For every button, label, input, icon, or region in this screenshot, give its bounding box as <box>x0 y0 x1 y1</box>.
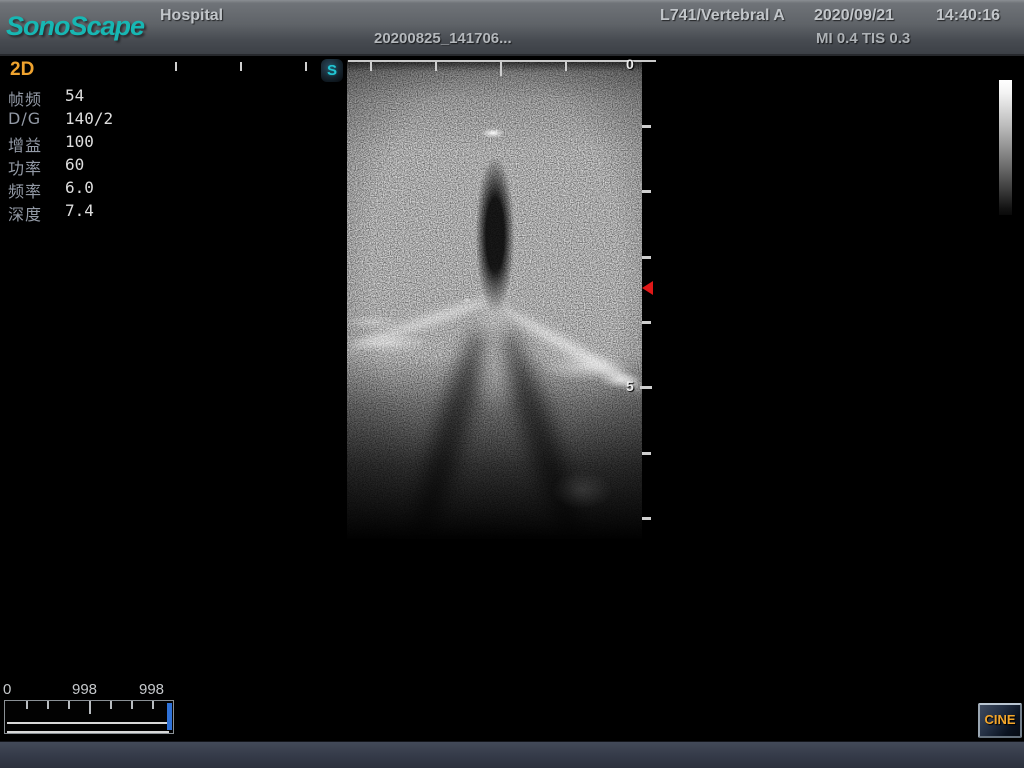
param-row: 帧频 54 <box>8 86 188 109</box>
echo-band <box>500 304 642 395</box>
probe-preset: L741/Vertebral A <box>660 7 785 25</box>
top-ruler-tick <box>305 62 307 71</box>
param-value: 140/2 <box>65 109 113 128</box>
cine-ruler-tick <box>26 701 28 709</box>
ultrasound-image[interactable] <box>347 60 642 540</box>
param-row: 增益 100 <box>8 132 188 155</box>
probe-orientation-marker-icon: S <box>321 59 343 82</box>
grayscale-bar <box>999 80 1012 215</box>
cine-ruler-tick <box>68 701 70 709</box>
cine-slider-track[interactable] <box>7 722 169 733</box>
header-bar: SonoScape Hospital L741/Vertebral A 2020… <box>0 0 1024 56</box>
cine-ruler-tick <box>110 701 112 709</box>
brand-logo: SonoScape <box>6 11 144 42</box>
exam-id: 20200825_141706... <box>374 30 512 47</box>
top-ruler-tick <box>500 62 502 76</box>
param-label: D/G <box>8 109 41 128</box>
top-ruler-tick <box>240 62 242 71</box>
cine-ruler-tick <box>47 701 49 709</box>
depth-ruler-zero-label: 0 <box>626 56 634 72</box>
depth-ruler-five-label: 5 <box>626 378 634 394</box>
param-value: 7.4 <box>65 201 94 220</box>
param-row: 频率 6.0 <box>8 178 188 201</box>
top-ruler-tick <box>175 62 177 71</box>
cine-ruler-tick <box>131 701 133 709</box>
cine-position-marker[interactable] <box>167 703 172 730</box>
cine-button[interactable]: CINE <box>978 703 1022 738</box>
system-time: 14:40:16 <box>936 7 1000 25</box>
mode-label: 2D <box>10 59 34 81</box>
echo-band <box>347 295 489 355</box>
param-label: 增益 <box>8 132 42 156</box>
depth-ruler-tick <box>642 256 651 259</box>
taskbar: ✕ <box>0 741 1024 768</box>
cine-total-label: 998 <box>139 681 164 698</box>
top-ruler-tick <box>370 62 372 71</box>
cine-progress-bar[interactable] <box>4 700 174 734</box>
param-label: 帧频 <box>8 86 42 110</box>
param-value: 60 <box>65 155 84 174</box>
cine-start-label: 0 <box>3 681 11 698</box>
focus-marker-icon <box>642 281 653 295</box>
top-ruler-line <box>348 60 656 62</box>
cine-current-label: 998 <box>72 681 97 698</box>
param-row: 功率 60 <box>8 155 188 178</box>
depth-ruler-tick <box>642 125 651 128</box>
cine-ruler-tick <box>89 701 91 714</box>
ultrasound-highlights <box>347 60 642 540</box>
top-ruler-tick <box>565 62 567 71</box>
ultrasound-screen: SonoScape Hospital L741/Vertebral A 2020… <box>0 0 1024 768</box>
hospital-name: Hospital <box>160 7 223 25</box>
depth-ruler-tick <box>642 190 651 193</box>
top-ruler-tick <box>435 62 437 71</box>
param-value: 54 <box>65 86 84 105</box>
param-label: 频率 <box>8 178 42 202</box>
mi-tis-readout: MI 0.4 TIS 0.3 <box>816 30 910 47</box>
param-label: 功率 <box>8 155 42 179</box>
param-value: 100 <box>65 132 94 151</box>
param-row: 深度 7.4 <box>8 201 188 224</box>
param-label: 深度 <box>8 201 42 225</box>
depth-ruler-tick <box>642 517 651 520</box>
param-value: 6.0 <box>65 178 94 197</box>
cine-ruler-tick <box>152 701 154 709</box>
system-date: 2020/09/21 <box>814 7 894 25</box>
depth-ruler-tick <box>642 321 651 324</box>
depth-ruler-tick <box>640 386 652 389</box>
param-row: D/G 140/2 <box>8 109 188 132</box>
depth-ruler-tick <box>642 452 651 455</box>
